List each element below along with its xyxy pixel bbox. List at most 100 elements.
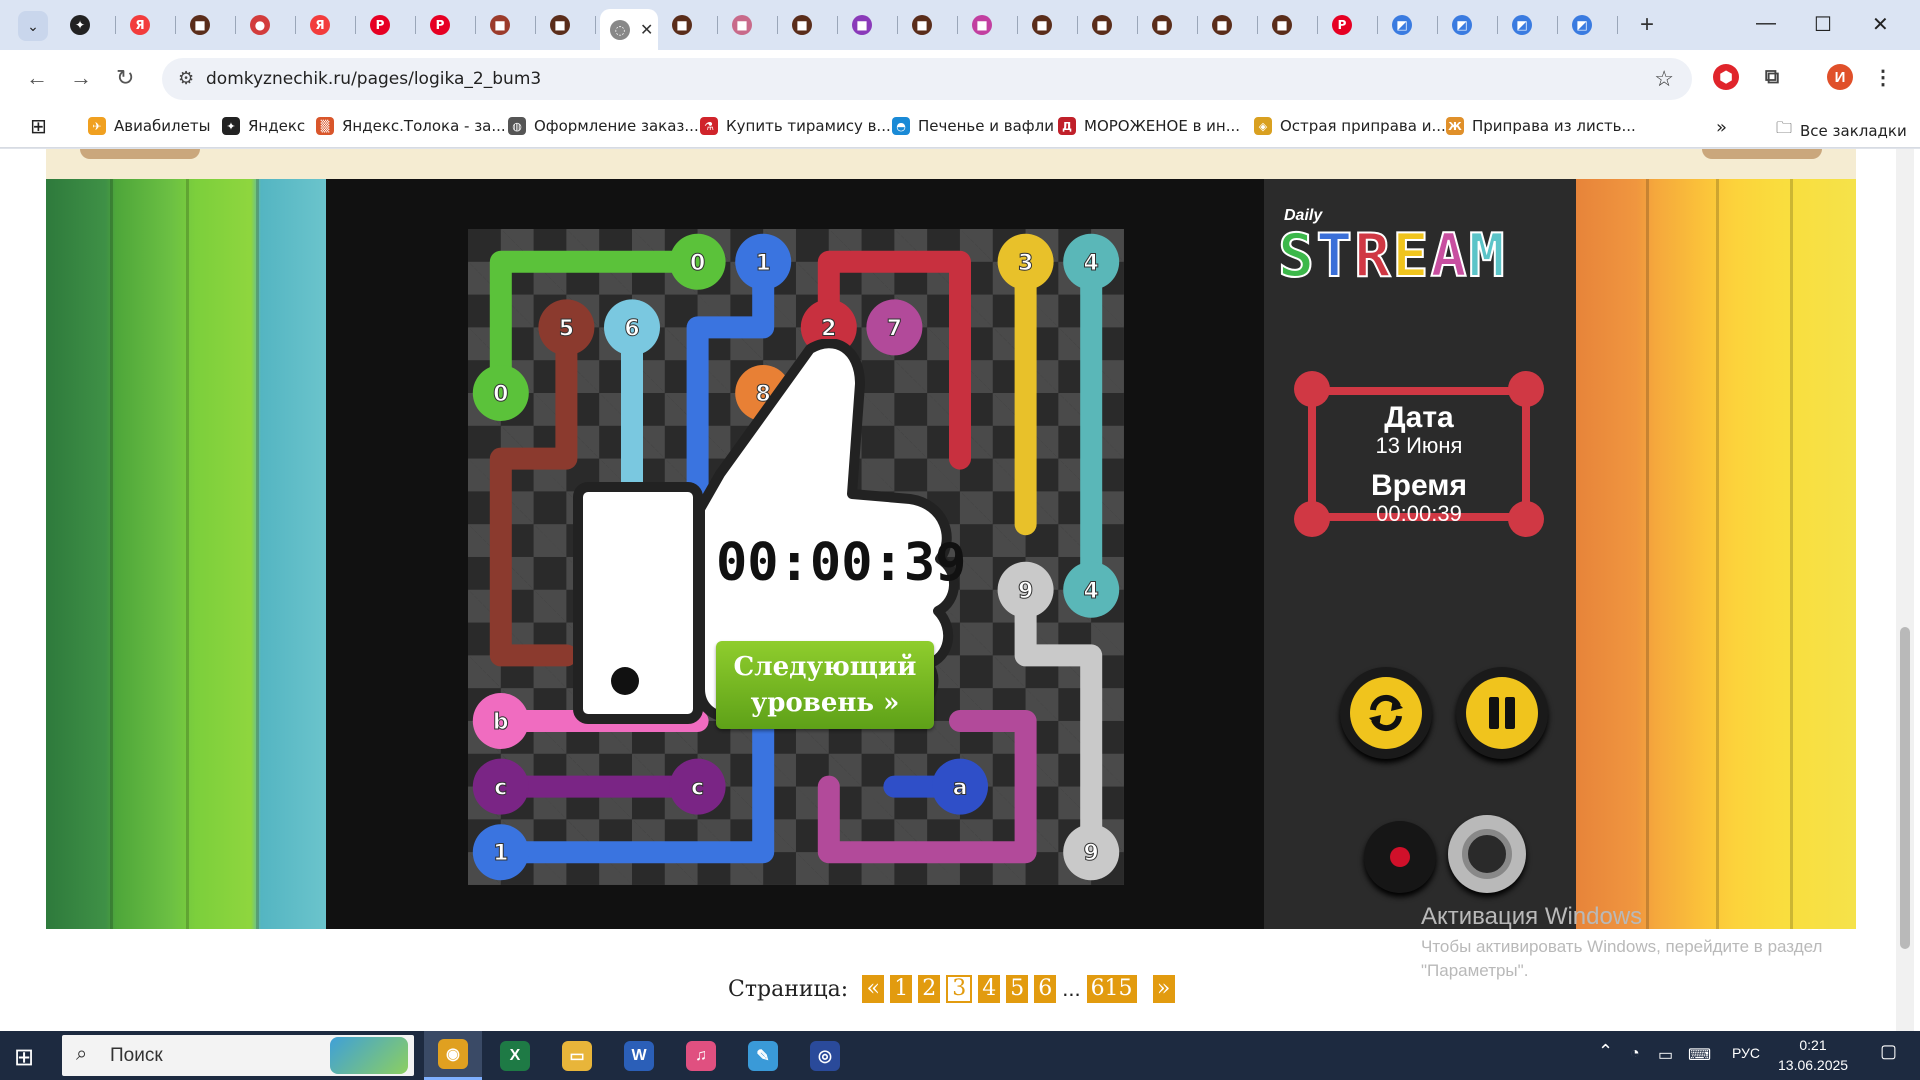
new-tab-icon[interactable]: +: [1640, 11, 1654, 39]
pagination-prev[interactable]: «: [862, 975, 885, 1003]
pagination-page[interactable]: 4: [978, 975, 1001, 1003]
browser-tab[interactable]: ◩: [1502, 9, 1558, 41]
url-text[interactable]: domkyznechik.ru/pages/logika_2_bum3: [206, 69, 541, 89]
keyboard-icon[interactable]: ⌨: [1688, 1045, 1711, 1065]
bookmark-star-icon[interactable]: ☆: [1654, 66, 1674, 92]
pause-button[interactable]: [1456, 667, 1548, 759]
profile-avatar[interactable]: И: [1827, 64, 1853, 90]
extensions-icon[interactable]: ⧉: [1759, 64, 1785, 90]
flow-node-label: b: [493, 710, 509, 735]
browser-tab[interactable]: ■: [1202, 9, 1258, 41]
browser-tab[interactable]: P: [1322, 9, 1378, 41]
browser-tab[interactable]: ■: [180, 9, 236, 41]
back-icon[interactable]: ←: [26, 65, 48, 91]
taskbar-app-paint[interactable]: ✎: [734, 1031, 792, 1080]
tab-search-button[interactable]: ⌄: [18, 11, 48, 41]
apps-grid-icon[interactable]: ⊞: [30, 114, 47, 138]
scrollbar-thumb[interactable]: [1900, 627, 1910, 949]
taskbar-app-explorer[interactable]: ▭: [548, 1031, 606, 1080]
close-tab-icon[interactable]: ✕: [640, 20, 653, 39]
pagination-page[interactable]: 5: [1006, 975, 1029, 1003]
notifications-icon[interactable]: ▢: [1880, 1041, 1897, 1062]
browser-tab[interactable]: P: [360, 9, 416, 41]
minimize-icon[interactable]: —: [1756, 12, 1776, 35]
close-window-icon[interactable]: ✕: [1872, 12, 1889, 37]
browser-tab[interactable]: ◩: [1442, 9, 1498, 41]
site-settings-icon[interactable]: ⚙: [178, 68, 194, 89]
bookmark-item[interactable]: ▒ Яндекс.Толока - за...: [316, 117, 506, 135]
taskbar-app-chrome[interactable]: ◉: [424, 1031, 482, 1080]
browser-tab[interactable]: ■: [962, 9, 1018, 41]
browser-tab[interactable]: ■: [1082, 9, 1138, 41]
reload-icon[interactable]: ↻: [116, 65, 134, 91]
pagination-page[interactable]: 6: [1034, 975, 1057, 1003]
refresh-icon: [1350, 677, 1422, 749]
bookmark-item[interactable]: ✈ Авиабилеты: [88, 117, 210, 135]
browser-tab[interactable]: ■: [1262, 9, 1318, 41]
taskbar-clock[interactable]: 0:21 13.06.2025: [1778, 1035, 1848, 1075]
pagination-pages: 123456: [890, 975, 1057, 1003]
bookmark-item[interactable]: Ж Приправа из листь...: [1446, 117, 1636, 135]
browser-tab[interactable]: ■: [782, 9, 838, 41]
browser-tab[interactable]: ◩: [1382, 9, 1438, 41]
pagination-page[interactable]: 1: [890, 975, 913, 1003]
record-button[interactable]: [1364, 821, 1436, 893]
browser-tab[interactable]: ◩: [1562, 9, 1618, 41]
bookmark-item[interactable]: Д МОРОЖЕНОЕ в ин...: [1058, 117, 1240, 135]
browser-tab[interactable]: ■: [1142, 9, 1198, 41]
logo-letter: T: [1315, 220, 1355, 292]
pagination-next[interactable]: »: [1152, 975, 1175, 1003]
browser-tab[interactable]: ■: [842, 9, 898, 41]
browser-tab[interactable]: ●: [240, 9, 296, 41]
browser-tab[interactable]: ✦: [60, 9, 116, 41]
page-scrollbar[interactable]: [1896, 149, 1914, 1031]
browser-tab[interactable]: ■: [1022, 9, 1078, 41]
maximize-icon[interactable]: ☐: [1814, 12, 1832, 37]
browser-tab[interactable]: ◌ ✕: [600, 9, 658, 50]
forward-icon[interactable]: →: [70, 65, 92, 91]
flow-node-label: a: [953, 776, 968, 801]
taskbar-app-excel[interactable]: X: [486, 1031, 544, 1080]
tray-chevron-icon[interactable]: ⌃: [1598, 1041, 1613, 1062]
next-level-label-2: уровень »: [750, 688, 900, 718]
pagination-last[interactable]: 615: [1086, 975, 1137, 1003]
sound-button[interactable]: [1448, 815, 1526, 893]
language-indicator[interactable]: РУС: [1732, 1045, 1760, 1061]
next-level-button[interactable]: Следующий уровень »: [716, 641, 934, 729]
browser-tab[interactable]: ■: [662, 9, 718, 41]
pagination-page[interactable]: 2: [918, 975, 941, 1003]
battery-icon[interactable]: ▭: [1658, 1045, 1673, 1065]
menu-icon[interactable]: ⋮: [1870, 64, 1896, 90]
game-icon: ■: [672, 15, 692, 35]
bookmark-favicon-icon: Д: [1058, 117, 1076, 135]
adblock-icon[interactable]: ⬢: [1713, 64, 1739, 90]
browser-tab[interactable]: Я: [300, 9, 356, 41]
taskbar-search[interactable]: ⌕ Поиск: [62, 1035, 414, 1076]
bookmark-item[interactable]: ⚗ Купить тирамису в...: [700, 117, 891, 135]
overlay-timer: 00:00:39: [716, 533, 967, 593]
browser-tab[interactable]: P: [420, 9, 476, 41]
browser-tab[interactable]: Я: [120, 9, 176, 41]
taskbar-app-word[interactable]: W: [610, 1031, 668, 1080]
restart-button[interactable]: [1340, 667, 1432, 759]
taskbar-app-app[interactable]: ◎: [796, 1031, 854, 1080]
network-icon[interactable]: ◔: [1630, 1045, 1640, 1063]
browser-tab[interactable]: ■: [722, 9, 778, 41]
image-icon: ■: [490, 15, 510, 35]
tab-strip: ⌄ ✦ Я ■ ● Я P P ■ ■ ◌ ✕ ■ ■ ■ ■ ■ ■ ■ ■ ■ ■ ■ P ◩ ◩ ◩ ◩ + — ☐ ✕: [0, 0, 1920, 50]
pagination-page[interactable]: 3: [946, 975, 973, 1003]
windows-start-icon[interactable]: ⊞: [14, 1043, 34, 1072]
taskbar-app-itunes[interactable]: ♫: [672, 1031, 730, 1080]
bookmark-item[interactable]: ◓ Печенье и вафли: [892, 117, 1054, 135]
bookmark-item[interactable]: ✦ Яндекс: [222, 117, 305, 135]
browser-tab[interactable]: ■: [902, 9, 958, 41]
more-bookmarks-icon[interactable]: »: [1716, 117, 1727, 138]
address-bar[interactable]: ⚙ domkyznechik.ru/pages/logika_2_bum3 ☆: [162, 58, 1692, 100]
browser-tab[interactable]: ■: [540, 9, 596, 41]
game-side-panel: Daily STREAM Дата 13 Июня Время 00:00:39: [1264, 179, 1576, 929]
bookmark-item[interactable]: ◈ Острая приправа и...: [1254, 117, 1446, 135]
browser-tab[interactable]: ■: [480, 9, 536, 41]
bookmark-item[interactable]: ◍ Оформление заказ...: [508, 117, 699, 135]
all-bookmarks-button[interactable]: 🗀 Все закладки: [1776, 117, 1907, 144]
bookmarks-bar: ⊞ ✈ Авиабилеты ✦ Яндекс ▒ Яндекс.Толока - за.…: [0, 108, 1920, 148]
